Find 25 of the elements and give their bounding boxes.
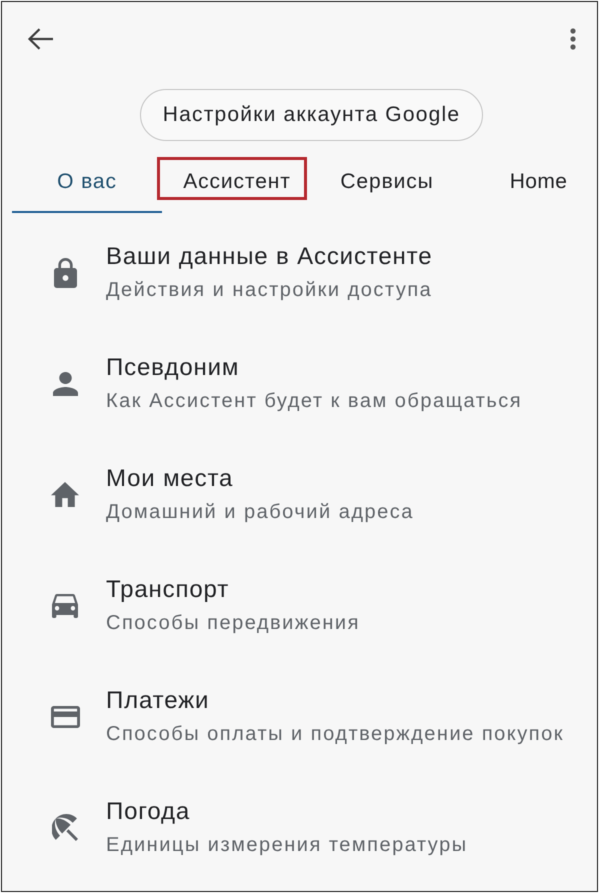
person-icon (52, 372, 78, 396)
item-title[interactable]: Мои места (106, 465, 234, 493)
tab[interactable]: О вас (12, 153, 162, 213)
beach-umbrella-icon (52, 814, 78, 841)
item-title[interactable]: Псевдоним (106, 354, 240, 382)
tab[interactable]: Ассистент (162, 153, 312, 213)
item-title[interactable]: Погода (106, 798, 190, 826)
lock-icon (54, 258, 76, 288)
item-subtitle: Способы оплаты и подтверждение покупок (106, 722, 564, 746)
back-icon[interactable] (27, 28, 54, 50)
more-options-icon[interactable] (570, 28, 576, 50)
tab[interactable]: Home (462, 153, 597, 213)
item-subtitle: Способы передвижения (106, 611, 360, 635)
item-title[interactable]: Транспорт (106, 576, 230, 604)
item-subtitle: Действия и настройки доступа (106, 278, 432, 302)
car-icon (52, 594, 78, 618)
home-icon (51, 482, 79, 507)
tab[interactable]: Сервисы (312, 153, 462, 213)
credit-card-icon (50, 706, 80, 728)
item-subtitle: Как Ассистент будет к вам обращаться (106, 389, 522, 413)
item-subtitle: Домашний и рабочий адреса (106, 500, 414, 524)
item-title[interactable]: Платежи (106, 687, 210, 715)
item-subtitle: Единицы измерения температуры (106, 833, 468, 857)
item-title[interactable]: Ваши данные в Ассистенте (106, 243, 432, 271)
account-settings-button[interactable]: Настройки аккаунта Google (140, 89, 483, 141)
